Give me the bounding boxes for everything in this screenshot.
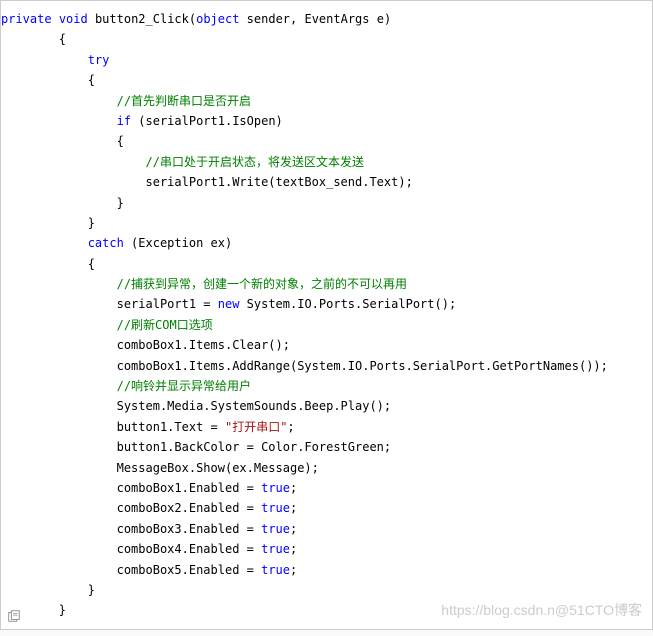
keyword-if: if: [117, 114, 131, 128]
copy-icon[interactable]: [7, 609, 21, 623]
keyword-object: object: [196, 12, 239, 26]
string-literal: "打开串口": [225, 420, 287, 434]
keyword-true: true: [261, 481, 290, 495]
keyword-private: private: [1, 12, 52, 26]
keyword-new: new: [218, 297, 240, 311]
keyword-true: true: [261, 522, 290, 536]
keyword-true: true: [261, 563, 290, 577]
code-block: private void button2_Click(object sender…: [0, 0, 653, 630]
keyword-true: true: [261, 542, 290, 556]
comment: //首先判断串口是否开启: [117, 94, 251, 108]
code-content: private void button2_Click(object sender…: [1, 9, 644, 621]
keyword-true: true: [261, 501, 290, 515]
comment: //捕获到异常，创建一个新的对象，之前的不可以再用: [117, 277, 407, 291]
keyword-catch: catch: [88, 236, 124, 250]
comment: //刷新COM口选项: [117, 318, 213, 332]
comment: //串口处于开启状态，将发送区文本发送: [146, 155, 364, 169]
keyword-try: try: [88, 53, 110, 67]
comment: //响铃并显示异常给用户: [117, 379, 251, 393]
keyword-void: void: [59, 12, 88, 26]
